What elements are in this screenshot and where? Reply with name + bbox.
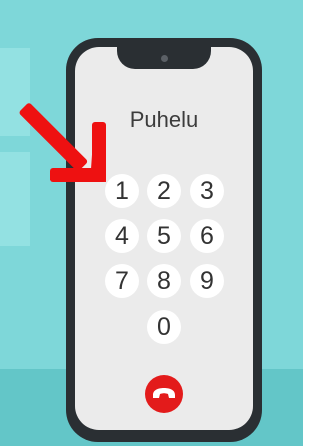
keypad-key-3[interactable]: 3 [190,174,224,208]
keypad-key-6[interactable]: 6 [190,219,224,253]
keypad-key-9[interactable]: 9 [190,264,224,298]
camera-icon [161,55,168,62]
keypad-key-5[interactable]: 5 [147,219,181,253]
keypad-key-4[interactable]: 4 [105,219,139,253]
keypad-key-0[interactable]: 0 [147,310,181,344]
keypad-key-7[interactable]: 7 [105,264,139,298]
end-call-button[interactable] [145,375,183,413]
phone-notch [117,47,211,69]
red-arrow-icon [19,103,106,182]
phone-hangup-icon [153,388,175,398]
keypad-key-2[interactable]: 2 [147,174,181,208]
keypad-key-8[interactable]: 8 [147,264,181,298]
